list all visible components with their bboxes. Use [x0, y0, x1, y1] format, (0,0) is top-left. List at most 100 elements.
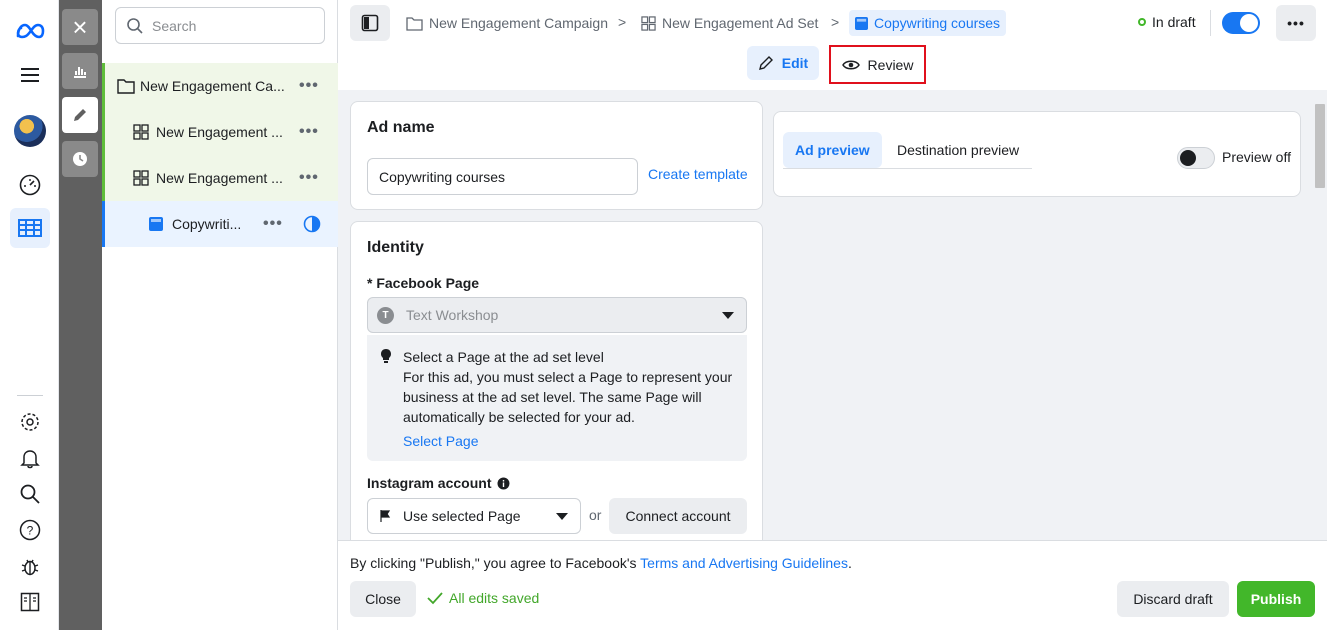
info-title: Select a Page at the ad set level: [403, 349, 604, 365]
bell-icon[interactable]: [10, 438, 50, 478]
edit-pencil-icon[interactable]: [62, 97, 98, 133]
tab-ad-preview-label: Ad preview: [795, 142, 870, 158]
identity-heading: Identity: [367, 239, 424, 256]
reporting-icon[interactable]: [62, 53, 98, 89]
breadcrumb-ad-label: Copywriting courses: [874, 15, 1001, 31]
panel-icon[interactable]: [10, 582, 50, 622]
lightbulb-icon: [381, 349, 391, 363]
terms-link[interactable]: Terms and Advertising Guidelines: [640, 555, 848, 571]
svg-text:?: ?: [27, 524, 34, 538]
tree-item-adset[interactable]: New Engagement ... •••: [102, 155, 338, 201]
editor-header: New Engagement Campaign > New Engagement…: [338, 0, 1327, 90]
search-placeholder: Search: [152, 17, 197, 34]
help-icon[interactable]: ?: [10, 510, 50, 550]
header-more-button[interactable]: •••: [1276, 5, 1316, 41]
editor-content: Ad name Copywriting courses Create templ…: [338, 90, 1327, 540]
page-info-box: Select a Page at the ad set level For th…: [367, 335, 747, 461]
save-status: All edits saved: [427, 590, 539, 606]
preview-toggle[interactable]: [1177, 147, 1215, 169]
breadcrumb-ad[interactable]: Copywriting courses: [849, 10, 1007, 36]
header-divider: [1210, 10, 1211, 36]
dropdown-caret-icon: [722, 312, 734, 319]
more-options-icon[interactable]: •••: [299, 123, 319, 141]
search-input[interactable]: Search: [115, 7, 325, 44]
publish-button[interactable]: Publish: [1237, 581, 1315, 617]
more-options-icon[interactable]: •••: [299, 77, 319, 95]
ad-name-value: Copywriting courses: [379, 168, 506, 185]
publish-agreement: By clicking "Publish," you agree to Face…: [350, 555, 852, 571]
tab-destination-preview[interactable]: Destination preview: [885, 132, 1031, 168]
close-button-label: Close: [365, 591, 401, 607]
ad-icon: [855, 16, 868, 30]
close-icon[interactable]: ×: [62, 9, 98, 45]
editor-tool-column: ×: [59, 0, 102, 630]
breadcrumb-adset[interactable]: New Engagement Ad Set: [641, 10, 818, 36]
menu-icon[interactable]: [10, 55, 50, 95]
editor-footer: By clicking "Publish," you agree to Face…: [338, 540, 1327, 630]
meta-logo-icon[interactable]: [10, 11, 50, 51]
info-body: For this ad, you must select a Page to r…: [403, 369, 733, 425]
pencil-icon: [758, 56, 773, 70]
breadcrumb-campaign[interactable]: New Engagement Campaign: [406, 10, 608, 36]
adset-grid-icon: [641, 15, 656, 31]
sidebar-toggle-button[interactable]: [350, 5, 390, 41]
search-icon[interactable]: [10, 474, 50, 514]
connect-account-button[interactable]: Connect account: [609, 498, 747, 534]
check-icon: [427, 592, 443, 605]
facebook-page-select[interactable]: T Text Workshop: [367, 297, 747, 333]
avatar[interactable]: [10, 111, 50, 151]
scrollbar-thumb[interactable]: [1315, 104, 1325, 188]
tree-item-adset[interactable]: New Engagement ... •••: [102, 109, 338, 155]
settings-icon[interactable]: [10, 402, 50, 442]
more-options-icon: •••: [1287, 15, 1305, 31]
tree-item-campaign[interactable]: New Engagement Ca... •••: [102, 63, 338, 109]
close-button[interactable]: Close: [350, 581, 416, 617]
folder-icon: [406, 16, 423, 31]
more-options-icon[interactable]: •••: [299, 169, 319, 187]
breadcrumb-campaign-label: New Engagement Campaign: [429, 15, 608, 31]
discard-draft-label: Discard draft: [1133, 591, 1213, 607]
ad-name-heading: Ad name: [367, 119, 435, 136]
preview-card: Ad preview Destination preview Preview o…: [773, 111, 1301, 197]
status-label: In draft: [1152, 14, 1196, 30]
ad-active-toggle[interactable]: [1222, 12, 1260, 34]
tree-item-ad[interactable]: Copywriti... •••: [102, 201, 338, 247]
review-mode-button[interactable]: Review: [829, 45, 926, 84]
review-mode-label: Review: [867, 56, 914, 73]
instagram-account-value: Use selected Page: [403, 508, 521, 524]
scrollbar[interactable]: [1313, 90, 1327, 540]
chevron-right-icon: >: [831, 14, 840, 30]
global-nav-rail: ?: [0, 0, 59, 630]
page-info-text: Select a Page at the ad set level For th…: [403, 347, 739, 451]
page-avatar-icon: T: [377, 306, 394, 324]
agreement-period: .: [847, 555, 852, 571]
ad-icon: [149, 217, 163, 231]
tree-item-label: Copywriti...: [172, 216, 242, 232]
tab-ad-preview[interactable]: Ad preview: [783, 132, 882, 168]
facebook-page-value: Text Workshop: [406, 307, 499, 323]
dropdown-caret-icon: [556, 513, 568, 520]
history-clock-icon[interactable]: [62, 141, 98, 177]
search-icon: [127, 17, 143, 34]
table-icon[interactable]: [10, 208, 50, 248]
create-template-link[interactable]: Create template: [648, 166, 748, 182]
bug-icon[interactable]: [10, 546, 50, 586]
eye-icon: [841, 60, 860, 69]
ad-name-card: Ad name Copywriting courses Create templ…: [350, 101, 763, 210]
more-options-icon[interactable]: •••: [263, 215, 283, 233]
agreement-text: By clicking "Publish," you agree to Face…: [350, 555, 641, 571]
flag-icon: [380, 510, 391, 522]
publish-button-label: Publish: [1250, 591, 1302, 607]
folder-icon: [117, 79, 135, 94]
adset-grid-icon: [133, 124, 149, 140]
gauge-icon[interactable]: [10, 165, 50, 205]
sidebar-toggle-icon: [361, 14, 379, 32]
select-page-link[interactable]: Select Page: [403, 431, 739, 451]
edit-mode-button[interactable]: Edit: [747, 46, 819, 80]
edit-mode-label: Edit: [781, 55, 809, 71]
info-icon[interactable]: [497, 477, 510, 490]
instagram-account-select[interactable]: Use selected Page: [367, 498, 581, 534]
tab-destination-preview-label: Destination preview: [897, 142, 1020, 158]
discard-draft-button[interactable]: Discard draft: [1117, 581, 1229, 617]
ad-name-input[interactable]: Copywriting courses: [367, 158, 638, 195]
